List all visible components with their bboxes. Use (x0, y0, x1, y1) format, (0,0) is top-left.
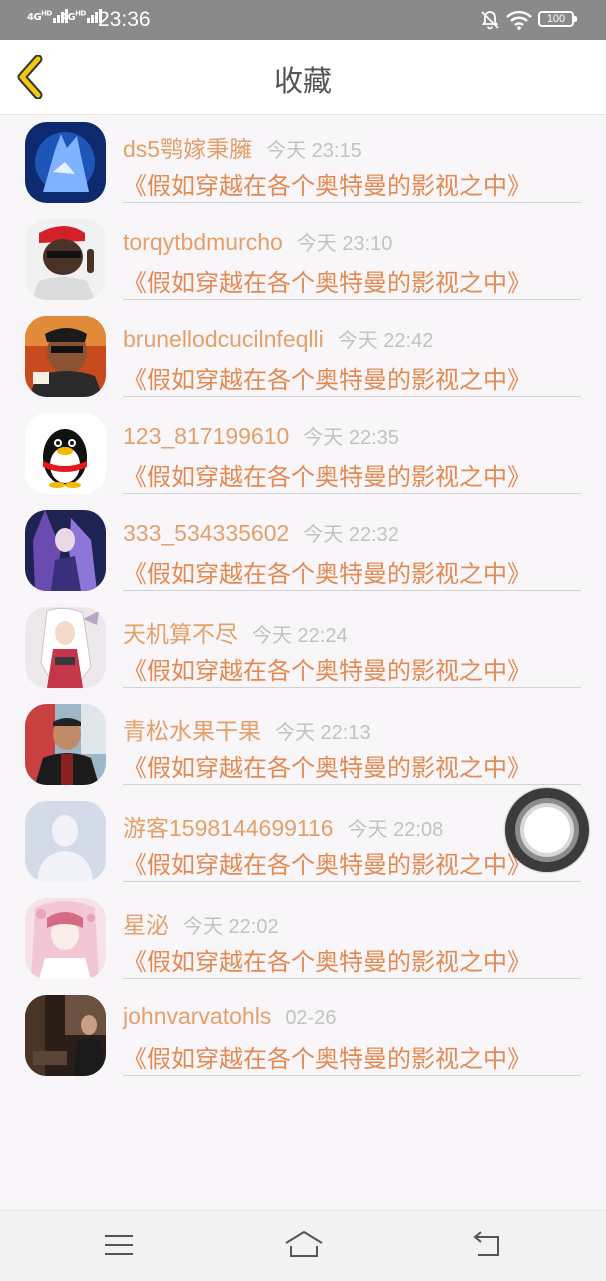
list-item[interactable]: brunellodcucilnfeqlli 今天 22:42 《假如穿越在各个奥特… (0, 308, 606, 405)
username[interactable]: 星泌 (123, 912, 169, 938)
book-title[interactable]: 《假如穿越在各个奥特曼的影视之中》 (123, 554, 531, 589)
list-item[interactable]: 天机算不尽 今天 22:24 《假如穿越在各个奥特曼的影视之中》 (0, 599, 606, 696)
timestamp: 今天 23:10 (296, 233, 393, 255)
signal-2: 4GHD (61, 9, 103, 23)
system-nav-bar (0, 1210, 606, 1281)
anime-girl-avatar[interactable] (25, 898, 106, 979)
timestamp: 今天 22:24 (252, 625, 348, 647)
book-title[interactable]: 《假如穿越在各个奥特曼的影视之中》 (123, 166, 531, 201)
divider (123, 202, 581, 203)
divider (123, 784, 581, 785)
divider (123, 687, 581, 688)
app-header: 收藏 (0, 40, 606, 115)
status-bar: 4GHD 4GHD 23:36 100 (0, 0, 606, 40)
username[interactable]: johnvarvatohls (123, 1003, 271, 1029)
anime-white-hair-avatar[interactable] (25, 607, 106, 688)
divider (123, 396, 581, 397)
home-icon[interactable] (284, 1229, 324, 1261)
book-title[interactable]: 《假如穿越在各个奥特曼的影视之中》 (123, 942, 531, 977)
assistive-touch-core (524, 807, 570, 853)
username[interactable]: ds5鹗嫁秉臃 (123, 136, 252, 162)
signal-1-sup: HD (41, 9, 52, 18)
wifi-icon (506, 10, 532, 30)
assistive-touch-button[interactable] (505, 788, 589, 872)
favorites-list: ds5鹗嫁秉臃 今天 23:15 《假如穿越在各个奥特曼的影视之中》 torqyt… (0, 114, 606, 1084)
bell-muted-icon (481, 11, 499, 30)
default-user-avatar[interactable] (25, 801, 106, 882)
back-icon[interactable] (470, 1229, 504, 1261)
list-item[interactable]: ds5鹗嫁秉臃 今天 23:15 《假如穿越在各个奥特曼的影视之中》 (0, 114, 606, 211)
signal-2-label: 4G (61, 12, 76, 23)
timestamp: 今天 22:32 (303, 524, 399, 546)
timestamp: 今天 22:13 (275, 722, 371, 744)
book-title[interactable]: 《假如穿越在各个奥特曼的影视之中》 (123, 651, 531, 686)
book-title[interactable]: 《假如穿越在各个奥特曼的影视之中》 (123, 263, 531, 298)
menu-icon[interactable] (102, 1229, 136, 1261)
man-sunglasses-avatar[interactable] (25, 316, 106, 397)
timestamp: 今天 22:42 (337, 330, 434, 352)
timestamp: 今天 22:35 (303, 427, 399, 449)
man-red-cap-avatar[interactable] (25, 219, 106, 300)
page-title: 收藏 (273, 64, 332, 98)
list-item[interactable]: 333_534335602 今天 22:32 《假如穿越在各个奥特曼的影视之中》 (0, 502, 606, 599)
book-title[interactable]: 《假如穿越在各个奥特曼的影视之中》 (123, 1039, 531, 1074)
list-item[interactable]: 星泌 今天 22:02 《假如穿越在各个奥特曼的影视之中》 (0, 890, 606, 987)
username[interactable]: torqytbdmurcho (123, 229, 283, 255)
list-item[interactable]: johnvarvatohls 02-26 《假如穿越在各个奥特曼的影视之中》 (0, 987, 606, 1084)
man-photo-avatar[interactable] (25, 704, 106, 785)
list-item[interactable]: 123_817199610 今天 22:35 《假如穿越在各个奥特曼的影视之中》 (0, 405, 606, 502)
divider (123, 493, 581, 494)
username[interactable]: 333_534335602 (123, 520, 289, 546)
wolf-avatar[interactable] (25, 122, 106, 203)
username[interactable]: 123_817199610 (123, 423, 289, 449)
divider (123, 978, 581, 979)
username[interactable]: 游客1598144699116 (123, 815, 334, 841)
divider (123, 1075, 581, 1076)
divider (123, 881, 581, 882)
book-title[interactable]: 《假如穿越在各个奥特曼的影视之中》 (123, 457, 531, 492)
username[interactable]: 天机算不尽 (123, 621, 238, 647)
list-item[interactable]: 青松水果干果 今天 22:13 《假如穿越在各个奥特曼的影视之中》 (0, 696, 606, 793)
anime-purple-avatar[interactable] (25, 510, 106, 591)
status-time: 23:36 (98, 8, 151, 31)
battery-indicator: 100 (538, 11, 577, 27)
timestamp: 今天 23:15 (266, 140, 362, 162)
book-title[interactable]: 《假如穿越在各个奥特曼的影视之中》 (123, 360, 531, 395)
book-title[interactable]: 《假如穿越在各个奥特曼的影视之中》 (123, 845, 531, 880)
username[interactable]: brunellodcucilnfeqlli (123, 326, 324, 352)
man-dark-photo-avatar[interactable] (25, 995, 106, 1076)
divider (123, 299, 581, 300)
timestamp: 02-26 (285, 1007, 337, 1029)
book-title[interactable]: 《假如穿越在各个奥特曼的影视之中》 (123, 748, 531, 783)
signal-2-sup: HD (75, 9, 86, 18)
timestamp: 今天 22:02 (183, 916, 279, 938)
timestamp: 今天 22:08 (347, 819, 444, 841)
divider (123, 590, 581, 591)
username[interactable]: 青松水果干果 (123, 718, 261, 744)
list-item[interactable]: torqytbdmurcho 今天 23:10 《假如穿越在各个奥特曼的影视之中》 (0, 211, 606, 308)
penguin-avatar[interactable] (25, 413, 106, 494)
signal-1-label: 4G (27, 12, 42, 23)
